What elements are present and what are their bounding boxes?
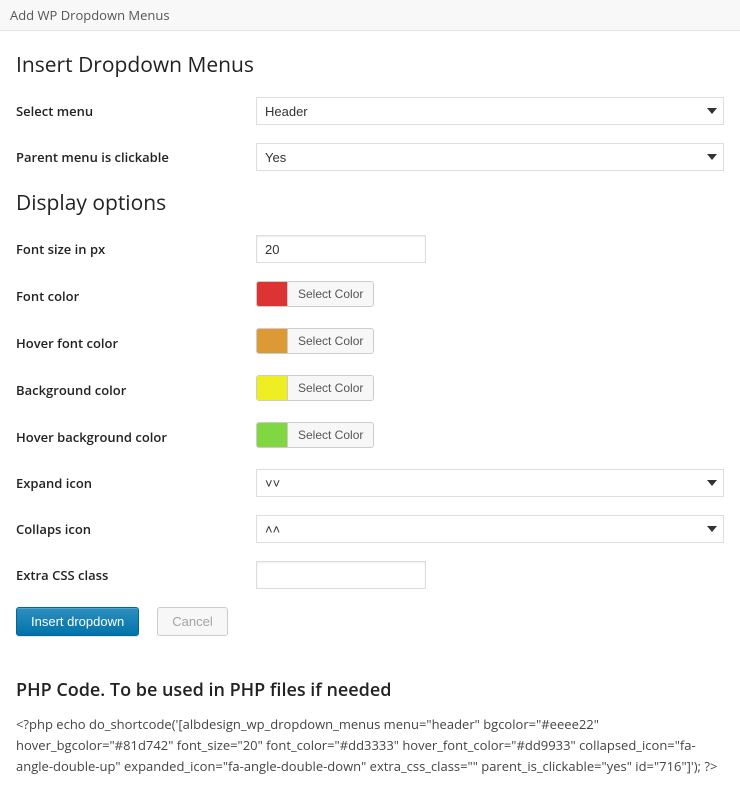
font-color-button[interactable]: Select Color	[287, 282, 373, 306]
font-color-swatch	[257, 282, 287, 306]
row-font-color: Font color Select Color	[16, 281, 724, 310]
label-select-menu: Select menu	[16, 102, 256, 120]
expand-icon-dropdown[interactable]: ˅˅	[256, 469, 724, 497]
php-code-block: <?php echo do_shortcode('[albdesign_wp_d…	[16, 714, 724, 776]
button-row: Insert dropdown Cancel	[16, 607, 724, 636]
hover-font-color-button[interactable]: Select Color	[287, 329, 373, 353]
row-bg-color: Background color Select Color	[16, 375, 724, 404]
row-hover-font-color: Hover font color Select Color	[16, 328, 724, 357]
label-font-color: Font color	[16, 287, 256, 305]
row-font-size: Font size in px	[16, 235, 724, 263]
row-expand-icon: Expand icon ˅˅	[16, 469, 724, 497]
label-expand-icon: Expand icon	[16, 474, 256, 492]
row-collapse-icon: Collaps icon ˄˄	[16, 515, 724, 543]
main-content: Insert Dropdown Menus Select menu Header…	[0, 31, 740, 800]
font-color-picker[interactable]: Select Color	[256, 281, 374, 307]
window-title: Add WP Dropdown Menus	[10, 6, 170, 24]
label-hover-bg-color: Hover background color	[16, 428, 256, 446]
hover-bg-color-swatch	[257, 423, 287, 447]
label-bg-color: Background color	[16, 381, 256, 399]
row-parent-clickable: Parent menu is clickable Yes	[16, 143, 724, 171]
collapse-icon-dropdown[interactable]: ˄˄	[256, 515, 724, 543]
label-extra-css: Extra CSS class	[16, 566, 256, 584]
cancel-button[interactable]: Cancel	[157, 607, 227, 636]
php-code-heading: PHP Code. To be used in PHP files if nee…	[16, 678, 724, 702]
label-collapse-icon: Collaps icon	[16, 520, 256, 538]
insert-menus-heading: Insert Dropdown Menus	[16, 51, 724, 79]
label-parent-clickable: Parent menu is clickable	[16, 148, 256, 166]
bg-color-picker[interactable]: Select Color	[256, 375, 374, 401]
label-hover-font-color: Hover font color	[16, 334, 256, 352]
row-select-menu: Select menu Header	[16, 97, 724, 125]
hover-bg-color-picker[interactable]: Select Color	[256, 422, 374, 448]
insert-dropdown-button[interactable]: Insert dropdown	[16, 607, 139, 636]
window-title-bar: Add WP Dropdown Menus	[0, 0, 740, 31]
bg-color-swatch	[257, 376, 287, 400]
label-font-size: Font size in px	[16, 240, 256, 258]
hover-font-color-picker[interactable]: Select Color	[256, 328, 374, 354]
parent-clickable-dropdown[interactable]: Yes	[256, 143, 724, 171]
extra-css-input[interactable]	[256, 561, 426, 589]
bg-color-button[interactable]: Select Color	[287, 376, 373, 400]
hover-font-color-swatch	[257, 329, 287, 353]
row-extra-css: Extra CSS class	[16, 561, 724, 589]
select-menu-dropdown[interactable]: Header	[256, 97, 724, 125]
font-size-input[interactable]	[256, 235, 426, 263]
display-options-heading: Display options	[16, 189, 724, 217]
row-hover-bg-color: Hover background color Select Color	[16, 422, 724, 451]
hover-bg-color-button[interactable]: Select Color	[287, 423, 373, 447]
